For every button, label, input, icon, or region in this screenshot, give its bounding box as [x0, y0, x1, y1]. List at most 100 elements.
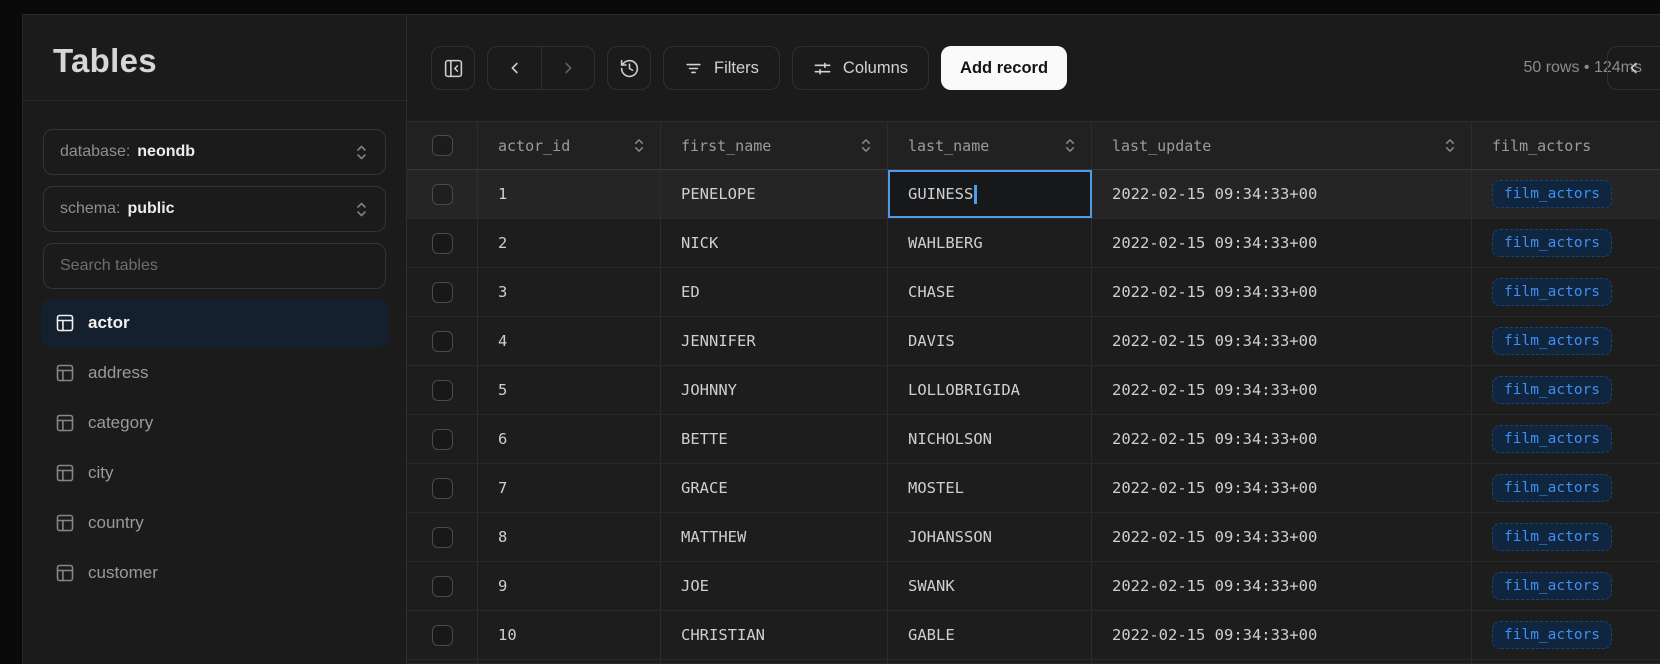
- table-icon: [55, 413, 75, 433]
- row-checkbox[interactable]: [432, 184, 453, 205]
- cell-film-actors: film_actors: [1472, 170, 1660, 218]
- columns-button-label: Columns: [843, 59, 908, 78]
- cell-first-name[interactable]: GRACE: [661, 464, 888, 512]
- cell-actor-id[interactable]: 8: [478, 513, 661, 561]
- table-row: 9 JOE SWANK 2022-02-15 09:34:33+00 film_…: [407, 562, 1660, 611]
- relation-badge[interactable]: film_actors: [1492, 572, 1612, 600]
- cell-last-update[interactable]: 2022-02-15 09:34:33+00: [1092, 611, 1472, 659]
- cell-last-update[interactable]: 2022-02-15 09:34:33+00: [1092, 219, 1472, 267]
- sidebar-table-item-label: address: [88, 363, 148, 383]
- database-select[interactable]: database: neondb: [43, 129, 386, 175]
- select-all-checkbox[interactable]: [432, 135, 453, 156]
- relation-badge[interactable]: film_actors: [1492, 474, 1612, 502]
- sidebar-header: Tables: [23, 15, 406, 101]
- chevron-up-down-icon: [354, 144, 369, 161]
- row-checkbox[interactable]: [432, 527, 453, 548]
- cell-last-update[interactable]: 2022-02-15 09:34:33+00: [1092, 317, 1472, 365]
- sidebar-item-customer[interactable]: customer: [41, 549, 388, 597]
- cell-last-name[interactable]: DAVIS: [888, 317, 1092, 365]
- sidebar-item-city[interactable]: city: [41, 449, 388, 497]
- database-select-value: neondb: [137, 143, 195, 161]
- row-select-cell: [407, 464, 478, 512]
- cell-last-update[interactable]: 2022-02-15 09:34:33+00: [1092, 513, 1472, 561]
- schema-select[interactable]: schema: public: [43, 186, 386, 232]
- panel-left-close-icon: [443, 58, 464, 79]
- cell-first-name[interactable]: JOHNNY: [661, 366, 888, 414]
- column-header-last-update[interactable]: last_update: [1092, 122, 1472, 169]
- cell-last-name[interactable]: GABLE: [888, 611, 1092, 659]
- cell-last-name[interactable]: WAHLBERG: [888, 219, 1092, 267]
- cell-last-update[interactable]: 2022-02-15 09:34:33+00: [1092, 562, 1472, 610]
- forward-button[interactable]: [541, 47, 594, 89]
- cell-first-name[interactable]: ED: [661, 268, 888, 316]
- cell-last-update[interactable]: 2022-02-15 09:34:33+00: [1092, 464, 1472, 512]
- cell-last-name[interactable]: MOSTEL: [888, 464, 1092, 512]
- row-checkbox[interactable]: [432, 282, 453, 303]
- row-select-cell: [407, 268, 478, 316]
- column-header-actor-id[interactable]: actor_id: [478, 122, 661, 169]
- cell-actor-id[interactable]: 7: [478, 464, 661, 512]
- row-checkbox[interactable]: [432, 576, 453, 597]
- cell-first-name[interactable]: NICK: [661, 219, 888, 267]
- cell-actor-id[interactable]: 6: [478, 415, 661, 463]
- relation-badge[interactable]: film_actors: [1492, 621, 1612, 649]
- cell-last-update[interactable]: 2022-02-15 09:34:33+00: [1092, 170, 1472, 218]
- prev-page-button[interactable]: [1608, 47, 1660, 89]
- row-checkbox[interactable]: [432, 380, 453, 401]
- cell-last-name[interactable]: LOLLOBRIGIDA: [888, 366, 1092, 414]
- column-header-last-name[interactable]: last_name: [888, 122, 1092, 169]
- relation-badge[interactable]: film_actors: [1492, 278, 1612, 306]
- column-header-first-name[interactable]: first_name: [661, 122, 888, 169]
- filters-button-label: Filters: [714, 59, 759, 78]
- relation-badge[interactable]: film_actors: [1492, 180, 1612, 208]
- row-checkbox[interactable]: [432, 478, 453, 499]
- cell-actor-id[interactable]: 5: [478, 366, 661, 414]
- row-select-cell: [407, 611, 478, 659]
- cell-last-name[interactable]: SWANK: [888, 562, 1092, 610]
- cell-last-name[interactable]: NICHOLSON: [888, 415, 1092, 463]
- relation-badge[interactable]: film_actors: [1492, 376, 1612, 404]
- relation-badge[interactable]: film_actors: [1492, 229, 1612, 257]
- sidebar-table-item-label: actor: [88, 313, 130, 333]
- search-tables-input[interactable]: [60, 257, 369, 275]
- add-record-button[interactable]: Add record: [941, 46, 1067, 90]
- back-button[interactable]: [488, 47, 541, 89]
- cell-last-update[interactable]: 2022-02-15 09:34:33+00: [1092, 366, 1472, 414]
- cell-first-name[interactable]: JOE: [661, 562, 888, 610]
- cell-first-name[interactable]: BETTE: [661, 415, 888, 463]
- cell-actor-id[interactable]: 10: [478, 611, 661, 659]
- columns-button[interactable]: Columns: [792, 46, 929, 90]
- cell-last-update[interactable]: 2022-02-15 09:34:33+00: [1092, 268, 1472, 316]
- sidebar-item-actor[interactable]: actor: [41, 299, 388, 347]
- row-checkbox[interactable]: [432, 429, 453, 450]
- cell-first-name[interactable]: MATTHEW: [661, 513, 888, 561]
- database-select-label: database:: [60, 143, 130, 161]
- cell-actor-id[interactable]: 3: [478, 268, 661, 316]
- sidebar-item-address[interactable]: address: [41, 349, 388, 397]
- cell-last-name[interactable]: CHASE: [888, 268, 1092, 316]
- relation-badge[interactable]: film_actors: [1492, 425, 1612, 453]
- row-checkbox[interactable]: [432, 331, 453, 352]
- filters-button[interactable]: Filters: [663, 46, 780, 90]
- cell-actor-id[interactable]: 1: [478, 170, 661, 218]
- history-button[interactable]: [607, 46, 651, 90]
- relation-badge[interactable]: film_actors: [1492, 523, 1612, 551]
- cell-first-name[interactable]: PENELOPE: [661, 170, 888, 218]
- column-header-film-actors[interactable]: film_actors: [1472, 122, 1660, 169]
- cell-last-name[interactable]: JOHANSSON: [888, 513, 1092, 561]
- cell-last-update[interactable]: 2022-02-15 09:34:33+00: [1092, 415, 1472, 463]
- cell-first-name[interactable]: JENNIFER: [661, 317, 888, 365]
- cell-actor-id[interactable]: 9: [478, 562, 661, 610]
- relation-badge[interactable]: film_actors: [1492, 327, 1612, 355]
- sidebar-item-category[interactable]: category: [41, 399, 388, 447]
- cell-first-name[interactable]: CHRISTIAN: [661, 611, 888, 659]
- cell-actor-id[interactable]: 4: [478, 317, 661, 365]
- cell-editing[interactable]: GUINESS: [888, 170, 1092, 218]
- row-checkbox[interactable]: [432, 233, 453, 254]
- pagination-group: [1607, 46, 1660, 90]
- cell-actor-id[interactable]: 2: [478, 219, 661, 267]
- chevron-up-down-icon: [354, 201, 369, 218]
- row-checkbox[interactable]: [432, 625, 453, 646]
- sidebar-item-country[interactable]: country: [41, 499, 388, 547]
- collapse-sidebar-button[interactable]: [431, 46, 475, 90]
